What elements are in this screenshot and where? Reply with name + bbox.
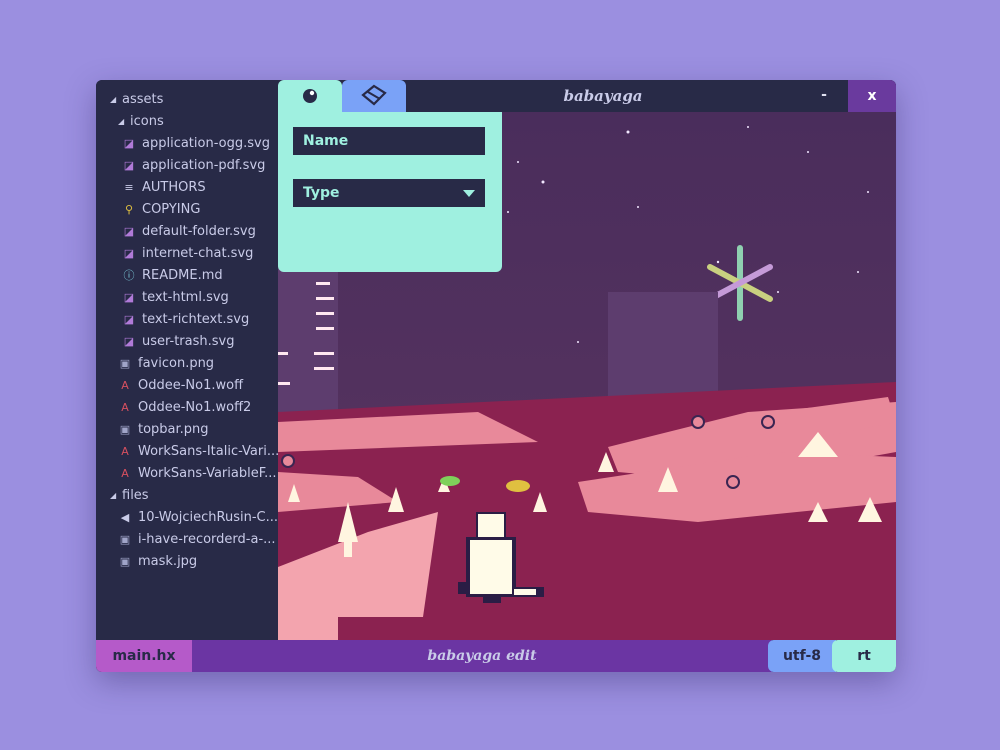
svg-file-icon: ◪ bbox=[123, 247, 135, 260]
top-bar: babayaga - x bbox=[278, 80, 896, 112]
image-file-icon: ▣ bbox=[119, 533, 131, 546]
tree-folder[interactable]: ◢ files bbox=[110, 485, 149, 507]
tree-item-label: 10-WojciechRusin-C... bbox=[138, 510, 278, 525]
tree-file[interactable]: ◀ 10-WojciechRusin-C... bbox=[118, 507, 278, 529]
image-file-icon: ▣ bbox=[119, 555, 131, 568]
tree-file[interactable]: ⓘ README.md bbox=[122, 265, 223, 287]
tree-item-label: WorkSans-VariableF... bbox=[138, 466, 277, 481]
tree-item-label: favicon.png bbox=[138, 356, 215, 371]
tree-item-label: user-trash.svg bbox=[142, 334, 235, 349]
tree-item-label: WorkSans-Italic-Vari... bbox=[138, 444, 280, 459]
tree-folder[interactable]: ◢ assets bbox=[110, 89, 163, 111]
svg-file-icon: ◪ bbox=[123, 225, 135, 238]
svg-file-icon: ◪ bbox=[123, 313, 135, 326]
status-bar: babayaga edit main.hx utf-8 rt bbox=[96, 640, 896, 672]
tree-file[interactable]: A WorkSans-VariableF... bbox=[118, 463, 277, 485]
status-file-name[interactable]: main.hx bbox=[96, 640, 192, 672]
tree-item-label: application-pdf.svg bbox=[142, 158, 266, 173]
tab-orb[interactable] bbox=[278, 80, 342, 112]
orb-icon bbox=[303, 89, 317, 103]
text-file-icon: ≡ bbox=[124, 181, 134, 194]
status-encoding[interactable]: utf-8 bbox=[768, 640, 836, 672]
svg-file-icon: ◪ bbox=[123, 335, 135, 348]
tree-file[interactable]: A Oddee-No1.woff2 bbox=[118, 397, 251, 419]
status-mode[interactable]: rt bbox=[832, 640, 896, 672]
tree-item-label: i-have-recorderd-a-... bbox=[138, 532, 276, 547]
tree-file[interactable]: ▣ mask.jpg bbox=[118, 551, 197, 573]
tree-item-label: internet-chat.svg bbox=[142, 246, 254, 261]
name-field-label: Name bbox=[303, 133, 349, 149]
tree-file[interactable]: ◪ application-pdf.svg bbox=[122, 155, 266, 177]
minimize-button[interactable]: - bbox=[796, 80, 852, 112]
type-select-label: Type bbox=[303, 185, 340, 201]
file-tree-sidebar: ◢ assets ◢ icons ◪ application-ogg.svg ◪ applic… bbox=[96, 80, 279, 640]
tree-item-label: topbar.png bbox=[138, 422, 209, 437]
tree-item-label: Oddee-No1.woff2 bbox=[138, 400, 252, 415]
svg-file-icon: ◪ bbox=[123, 159, 135, 172]
tree-item-label: application-ogg.svg bbox=[142, 136, 270, 151]
tree-item-label: files bbox=[122, 488, 149, 503]
cube-icon bbox=[361, 84, 387, 106]
tree-folder[interactable]: ◢ icons bbox=[118, 111, 164, 133]
svg-file-icon: ◪ bbox=[123, 137, 135, 150]
tree-item-label: mask.jpg bbox=[138, 554, 198, 569]
properties-panel: Name Type bbox=[278, 112, 502, 272]
editor-window: ◢ assets ◢ icons ◪ application-ogg.svg ◪ applic… bbox=[96, 80, 896, 672]
tree-file[interactable]: ▣ favicon.png bbox=[118, 353, 214, 375]
image-file-icon: ▣ bbox=[119, 423, 131, 436]
tree-item-label: assets bbox=[122, 92, 164, 107]
expand-arrow-icon[interactable]: ◢ bbox=[110, 89, 122, 111]
tree-file[interactable]: ≡ AUTHORS bbox=[122, 177, 206, 199]
expand-arrow-icon[interactable]: ◢ bbox=[118, 111, 130, 133]
tree-file[interactable]: A Oddee-No1.woff bbox=[118, 375, 243, 397]
tree-file[interactable]: ⚲ COPYING bbox=[122, 199, 200, 221]
tree-item-label: text-html.svg bbox=[142, 290, 229, 305]
font-file-icon: A bbox=[121, 445, 129, 458]
chevron-down-icon bbox=[463, 190, 475, 197]
tree-file[interactable]: ▣ i-have-recorderd-a-... bbox=[118, 529, 276, 551]
window-title: babayaga bbox=[563, 87, 643, 105]
license-icon: ⚲ bbox=[124, 203, 134, 216]
expand-arrow-icon[interactable]: ◢ bbox=[110, 485, 122, 507]
tree-file[interactable]: ◪ application-ogg.svg bbox=[122, 133, 270, 155]
tree-file[interactable]: ▣ topbar.png bbox=[118, 419, 209, 441]
tree-item-label: AUTHORS bbox=[142, 180, 206, 195]
tree-item-label: default-folder.svg bbox=[142, 224, 256, 239]
tab-cube[interactable] bbox=[342, 80, 406, 112]
info-icon: ⓘ bbox=[123, 269, 135, 282]
tree-item-label: text-richtext.svg bbox=[142, 312, 250, 327]
tree-file[interactable]: A WorkSans-Italic-Vari... bbox=[118, 441, 279, 463]
tree-file[interactable]: ◪ text-richtext.svg bbox=[122, 309, 249, 331]
close-button[interactable]: x bbox=[848, 80, 896, 112]
status-center-text: babayaga edit bbox=[192, 640, 772, 672]
tree-file[interactable]: ◪ user-trash.svg bbox=[122, 331, 235, 353]
font-file-icon: A bbox=[121, 467, 129, 480]
tree-item-label: COPYING bbox=[142, 202, 201, 217]
audio-file-icon: ◀ bbox=[120, 511, 130, 524]
name-field[interactable]: Name bbox=[293, 127, 485, 155]
font-file-icon: A bbox=[121, 379, 129, 392]
svg-file-icon: ◪ bbox=[123, 291, 135, 304]
tree-file[interactable]: ◪ default-folder.svg bbox=[122, 221, 256, 243]
tree-item-label: icons bbox=[130, 114, 164, 129]
tree-file[interactable]: ◪ internet-chat.svg bbox=[122, 243, 254, 265]
tree-item-label: Oddee-No1.woff bbox=[138, 378, 244, 393]
tree-item-label: README.md bbox=[142, 268, 223, 283]
tree-file[interactable]: ◪ text-html.svg bbox=[122, 287, 229, 309]
image-file-icon: ▣ bbox=[119, 357, 131, 370]
font-file-icon: A bbox=[121, 401, 129, 414]
type-select[interactable]: Type bbox=[293, 179, 485, 207]
